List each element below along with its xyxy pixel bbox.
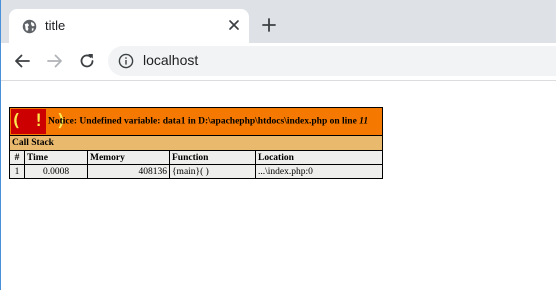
row-location: ...\index.php:0 [255, 164, 383, 179]
row-memory: 408136 [87, 164, 170, 179]
browser-toolbar: localhost [0, 43, 556, 81]
col-header-location: Location [255, 150, 383, 165]
reload-icon[interactable] [77, 51, 97, 71]
browser-tab[interactable]: title [9, 9, 249, 43]
tab-strip: title [0, 0, 556, 43]
notice-line-number: 11 [359, 116, 369, 127]
notice-cell: ( ! )Notice: Undefined variable: data1 i… [9, 107, 383, 136]
col-header-function: Function [169, 150, 256, 165]
url-text[interactable]: localhost [143, 52, 198, 68]
forward-arrow-icon[interactable] [45, 51, 65, 71]
warning-icon: ( ! ) [11, 109, 66, 134]
tab-title: title [45, 18, 66, 33]
notice-row: ( ! )Notice: Undefined variable: data1 i… [9, 107, 383, 136]
notice-text: Notice: Undefined variable: data1 in D:\… [48, 116, 360, 127]
info-icon[interactable] [118, 53, 134, 69]
table-row: 1 0.0008 408136 {main}( ) ...\index.php:… [9, 164, 383, 179]
col-header-num: # [9, 150, 25, 165]
column-header-row: # Time Memory Function Location [9, 150, 383, 165]
col-header-memory: Memory [87, 150, 170, 165]
row-num: 1 [9, 164, 25, 179]
window-edge [0, 0, 1, 290]
call-stack-header-row: Call Stack [9, 135, 383, 151]
row-time: 0.0008 [24, 164, 88, 179]
address-bar[interactable]: localhost [108, 46, 556, 76]
back-arrow-icon[interactable] [12, 51, 32, 71]
globe-icon [22, 19, 37, 34]
new-tab-plus-icon[interactable] [261, 17, 277, 33]
col-header-time: Time [24, 150, 88, 165]
xdebug-error-table: ( ! )Notice: Undefined variable: data1 i… [9, 107, 383, 179]
call-stack-label: Call Stack [9, 135, 383, 151]
close-icon[interactable] [225, 16, 243, 34]
row-function: {main}( ) [169, 164, 256, 179]
notice-message: Notice: Undefined variable: data1 in D:\… [48, 117, 368, 127]
